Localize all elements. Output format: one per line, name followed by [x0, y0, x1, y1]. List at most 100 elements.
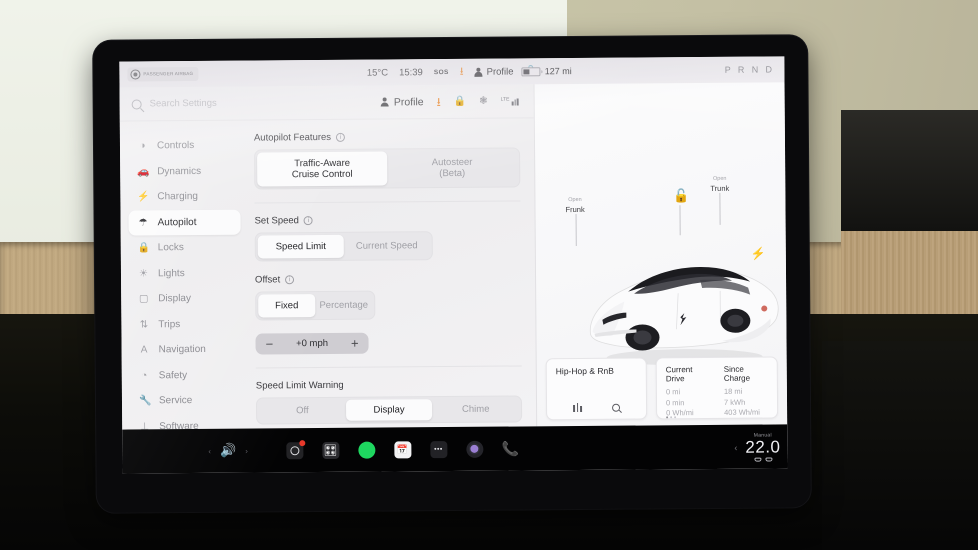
- option-percentage[interactable]: Percentage: [315, 294, 372, 317]
- climate-control[interactable]: Manual ‹ 22.0 ›: [734, 424, 787, 468]
- car-side-icon: 🚗: [137, 165, 150, 177]
- page-dot-3: [674, 416, 677, 419]
- download-icon[interactable]: ⭳: [437, 95, 441, 109]
- settings-sidebar: ◑ Controls 🚗 Dynamics ⚡ Charging ☂ Autop…: [120, 121, 250, 430]
- info-icon[interactable]: i: [303, 216, 313, 226]
- seat-left-icon[interactable]: [753, 457, 762, 462]
- unlock-icon[interactable]: 🔓: [673, 188, 689, 204]
- open-trunk-callout[interactable]: Open Trunk: [710, 175, 729, 225]
- sidebar-item-locks[interactable]: 🔒 Locks: [129, 235, 241, 261]
- battery-indicator[interactable]: 127 mi: [521, 66, 572, 76]
- media-card[interactable]: Hip-Hop & RnB: [545, 357, 677, 421]
- climate-temperature[interactable]: 22.0: [745, 437, 780, 457]
- sidebar-item-display[interactable]: ▢ Display: [129, 286, 241, 312]
- offset-label: Offset: [254, 274, 281, 286]
- option-off[interactable]: Off: [259, 400, 346, 422]
- sun-icon: ☀: [138, 267, 149, 279]
- lock-icon: 🔒: [137, 242, 151, 254]
- display-icon: ▢: [138, 293, 149, 305]
- sidebar-item-charging[interactable]: ⚡ Charging: [128, 184, 240, 210]
- trip-value: 0 min: [665, 397, 685, 407]
- trip-column-current-drive: Current Drive 0 mi 0 min 0 Wh/mi: [665, 365, 710, 417]
- camera-app-icon[interactable]: [285, 439, 305, 459]
- speed-limit-warning-segmented-control: Off Display Chime: [255, 395, 523, 425]
- toybox-app-icon[interactable]: 🎛: [321, 441, 339, 459]
- background-dashboard-right: [821, 341, 978, 550]
- sidebar-item-controls[interactable]: ◑ Controls: [128, 133, 240, 159]
- volume-prev-button[interactable]: ‹: [208, 446, 211, 455]
- eq-bar-1: [573, 405, 575, 413]
- offset-increment-button[interactable]: +: [351, 336, 359, 351]
- car-visualization-pane: Open Frunk 🔓 Open Trunk ⚡ Hip-Hop & RnB …: [533, 82, 788, 427]
- sos-button[interactable]: SOS: [434, 69, 449, 76]
- sidebar-item-safety[interactable]: ◔ Safety: [130, 362, 242, 388]
- volume-next-button[interactable]: ›: [245, 446, 248, 455]
- settings-status-icons: Profile ⭳ 🔒 ❃ LTE: [381, 95, 522, 109]
- notification-badge: [298, 439, 305, 446]
- more-app-icon[interactable]: [429, 440, 447, 458]
- toggle-icon: ◑: [139, 140, 146, 152]
- trip-value: 403 Wh/mi: [724, 407, 760, 417]
- search-icon: [131, 98, 142, 110]
- option-chime[interactable]: Chime: [432, 398, 519, 420]
- climate-temp-row: ‹ 22.0 ›: [734, 437, 787, 457]
- wrench-icon: 🔧: [138, 395, 152, 407]
- profile-status-button[interactable]: Profile: [475, 66, 514, 77]
- sidebar-item-label: Trips: [158, 318, 181, 330]
- sidebar-item-dynamics[interactable]: 🚗 Dynamics: [128, 158, 240, 184]
- vehicle-image[interactable]: [572, 232, 779, 366]
- profile-button[interactable]: Profile: [381, 96, 424, 108]
- page-dot-2: [670, 416, 673, 419]
- sidebar-item-trips[interactable]: ⇅ Trips: [129, 311, 241, 337]
- volume-control[interactable]: ‹ 🔊 ›: [208, 443, 248, 459]
- option-autosteer-beta[interactable]: Autosteer (Beta): [387, 150, 517, 185]
- offset-decrement-button[interactable]: −: [265, 336, 273, 351]
- open-frunk-callout[interactable]: Open Frunk: [565, 196, 585, 247]
- lock-icon[interactable]: 🔒: [454, 96, 467, 107]
- option-line-2: (Beta): [439, 167, 466, 180]
- set-speed-label-row: Set Speed i: [255, 213, 521, 227]
- autopilot-features-label: Autopilot Features: [253, 131, 332, 144]
- sidebar-item-software[interactable]: ⊥ Software: [130, 413, 242, 429]
- lte-label: LTE: [500, 96, 510, 103]
- trip-column-header: Since Charge: [723, 364, 751, 383]
- media-app-icon[interactable]: [465, 440, 483, 458]
- option-traffic-aware-cruise-control[interactable]: Traffic-Aware Cruise Control: [257, 151, 388, 187]
- lte-signal-icon[interactable]: LTE: [500, 96, 522, 106]
- temp-decrease-button[interactable]: ‹: [734, 442, 737, 452]
- search-icon[interactable]: [611, 403, 620, 412]
- seat-heater-icon[interactable]: [753, 456, 773, 462]
- offset-value: +0 mph: [296, 337, 329, 350]
- calendar-app-icon[interactable]: 📅: [393, 440, 411, 458]
- info-icon[interactable]: i: [285, 275, 295, 285]
- option-current-speed[interactable]: Current Speed: [344, 234, 430, 258]
- battery-icon: [521, 66, 541, 76]
- sidebar-item-navigation[interactable]: A Navigation: [129, 337, 241, 363]
- search-input[interactable]: Search Settings: [150, 97, 373, 110]
- spotify-app-icon[interactable]: [357, 441, 375, 459]
- bottom-dock: ‹ 🔊 › 🎛 📅 📞 Manual ‹ 22.0 ›: [122, 424, 788, 474]
- equalizer-icon[interactable]: [573, 403, 582, 413]
- signal-bar-1: [511, 101, 514, 106]
- seat-right-icon[interactable]: [764, 456, 773, 462]
- sidebar-item-autopilot[interactable]: ☂ Autopilot: [128, 209, 241, 236]
- offset-stepper: − +0 mph +: [255, 332, 369, 355]
- option-speed-limit[interactable]: Speed Limit: [257, 234, 344, 259]
- bluetooth-icon[interactable]: ❃: [479, 96, 487, 107]
- page-dots: [666, 416, 677, 419]
- option-display[interactable]: Display: [345, 399, 433, 421]
- speaker-icon[interactable]: 🔊: [220, 443, 236, 459]
- download-icon[interactable]: ⭳: [460, 65, 464, 77]
- info-icon[interactable]: i: [335, 132, 346, 142]
- sidebar-item-label: Dynamics: [157, 165, 202, 177]
- phone-app-icon[interactable]: 📞: [502, 440, 520, 457]
- speed-limit-warning-label-row: Speed Limit Warning: [256, 378, 522, 392]
- signal-bar-2: [514, 99, 517, 106]
- trip-stats-card[interactable]: Current Drive 0 mi 0 min 0 Wh/mi Since C…: [655, 356, 779, 420]
- option-fixed[interactable]: Fixed: [258, 294, 316, 318]
- sidebar-item-service[interactable]: 🔧 Service: [130, 388, 242, 414]
- model3-svg: [590, 267, 779, 366]
- sidebar-item-lights[interactable]: ☀ Lights: [129, 260, 241, 286]
- person-icon: [381, 97, 389, 106]
- autopilot-features-label-row: Autopilot Features i: [253, 130, 520, 144]
